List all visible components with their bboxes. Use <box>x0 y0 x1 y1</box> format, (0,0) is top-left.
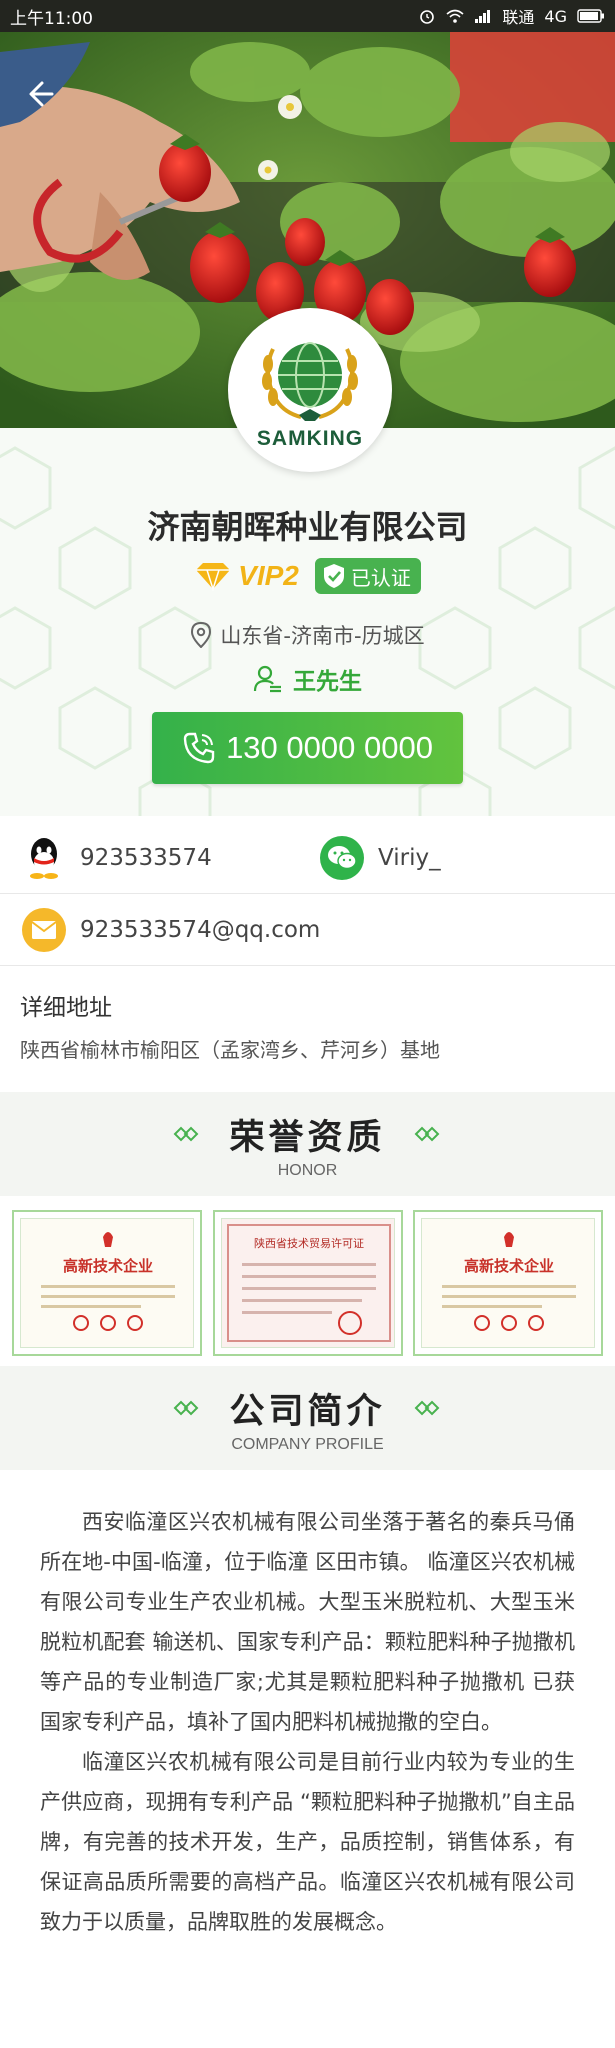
certificate-title: 高新技术企业 <box>464 1257 554 1275</box>
contact-row-im: 923533574 Viriy_ <box>0 822 615 894</box>
company-profile-header: 济南朝晖种业有限公司 VIP2 已认证 山东省-济南市-历城区 王先生 130 … <box>0 428 615 816</box>
qq-number: 923533574 <box>80 844 212 871</box>
profile-title: 公司简介 <box>229 1390 386 1432</box>
company-profile-heading: 公司简介 COMPANY PROFILE <box>0 1366 615 1470</box>
person-icon <box>253 665 281 693</box>
wechat-contact[interactable]: Viriy_ <box>320 835 441 880</box>
alarm-icon <box>420 10 435 24</box>
vip-badge: VIP2 <box>194 560 299 592</box>
back-button[interactable] <box>22 72 66 116</box>
qq-contact[interactable]: 923533574 <box>22 836 212 880</box>
back-arrow-icon <box>29 81 54 107</box>
wechat-icon <box>320 835 364 880</box>
profile-subtitle: COMPANY PROFILE <box>231 1435 384 1453</box>
phone-icon <box>183 732 215 764</box>
certificate-card[interactable]: 高新技术企业 <box>413 1210 603 1356</box>
diamond-ornament-icon <box>174 1126 199 1142</box>
signal-icon <box>475 10 491 23</box>
company-profile-body: 西安临潼区兴农机械有限公司坐落于著名的秦兵马俑所在地-中国-临潼，位于临潼 区田… <box>0 1474 615 1942</box>
certificate-title: 陕西省技术贸易许可证 <box>254 1236 364 1250</box>
certificate-title: 高新技术企业 <box>63 1257 153 1275</box>
contact-list: 923533574 Viriy_ 923533574@qq.com <box>0 822 615 966</box>
location-pin-icon <box>191 622 212 648</box>
status-icons: 联通 4G <box>418 4 605 28</box>
diamond-ornament-icon <box>414 1126 439 1142</box>
location-row: 山东省-济南市-历城区 <box>0 620 615 650</box>
diamond-ornament-icon <box>174 1400 199 1416</box>
carrier-label: 联通 <box>502 8 535 27</box>
qq-icon <box>22 836 66 880</box>
email-contact[interactable]: 923533574@qq.com <box>22 907 321 952</box>
email-address: 923533574@qq.com <box>80 916 321 943</box>
wechat-id: Viriy_ <box>378 844 441 871</box>
certificate-image: 高新技术企业 <box>20 1218 194 1348</box>
certificate-image: 陕西省技术贸易许可证 <box>220 1218 395 1348</box>
globe-laurel-logo-icon <box>262 342 358 421</box>
honor-title: 荣誉资质 <box>229 1116 386 1158</box>
shield-check-icon <box>323 564 344 588</box>
address-value: 陕西省榆林市榆阳区（孟家湾乡、芹河乡）基地 <box>20 1038 440 1062</box>
diamond-icon <box>196 563 231 591</box>
contact-person-row: 王先生 <box>0 662 615 696</box>
certificate-card[interactable]: 陕西省技术贸易许可证 <box>212 1210 403 1356</box>
address-label: 详细地址 <box>20 995 112 1021</box>
battery-icon <box>577 9 604 23</box>
profile-paragraph: 西安临潼区兴农机械有限公司坐落于著名的秦兵马俑所在地-中国-临潼，位于临潼 区田… <box>40 1510 575 1734</box>
contact-row-email: 923533574@qq.com <box>0 894 615 966</box>
profile-paragraph: 临潼区兴农机械有限公司是目前行业内较为专业的生产供应商，现拥有专利产品 “颗粒肥… <box>40 1750 575 1934</box>
logo-text: SAMKING <box>256 427 364 450</box>
status-time: 上午11:00 <box>10 8 93 29</box>
status-bar: 上午11:00 联通 4G <box>0 0 615 32</box>
company-name: 济南朝晖种业有限公司 <box>147 508 468 546</box>
email-icon <box>22 907 66 952</box>
wifi-icon <box>446 9 464 23</box>
honor-subtitle: HONOR <box>277 1161 338 1179</box>
company-logo: SAMKING <box>228 308 392 472</box>
badge-row: VIP2 已认证 <box>0 558 615 594</box>
call-phone-number: 130 0000 0000 <box>226 730 433 765</box>
vip-label: VIP2 <box>238 560 299 591</box>
honor-section-heading: 荣誉资质 HONOR <box>0 1092 615 1196</box>
location-text: 山东省-济南市-历城区 <box>220 624 425 648</box>
certificate-image: 高新技术企业 <box>421 1218 595 1348</box>
network-label: 4G <box>544 6 567 26</box>
contact-person-name: 王先生 <box>293 669 362 695</box>
call-button[interactable]: 130 0000 0000 <box>152 712 463 784</box>
diamond-ornament-icon <box>414 1400 439 1416</box>
certificate-card[interactable]: 高新技术企业 <box>12 1210 202 1356</box>
verified-badge: 已认证 <box>314 558 421 594</box>
certificate-gallery: 高新技术企业 陕西省技术贸易许可证 高新技术企业 <box>0 1200 615 1366</box>
detailed-address: 详细地址 陕西省榆林市榆阳区（孟家湾乡、芹河乡）基地 <box>0 968 615 1084</box>
verified-label: 已认证 <box>350 565 411 590</box>
